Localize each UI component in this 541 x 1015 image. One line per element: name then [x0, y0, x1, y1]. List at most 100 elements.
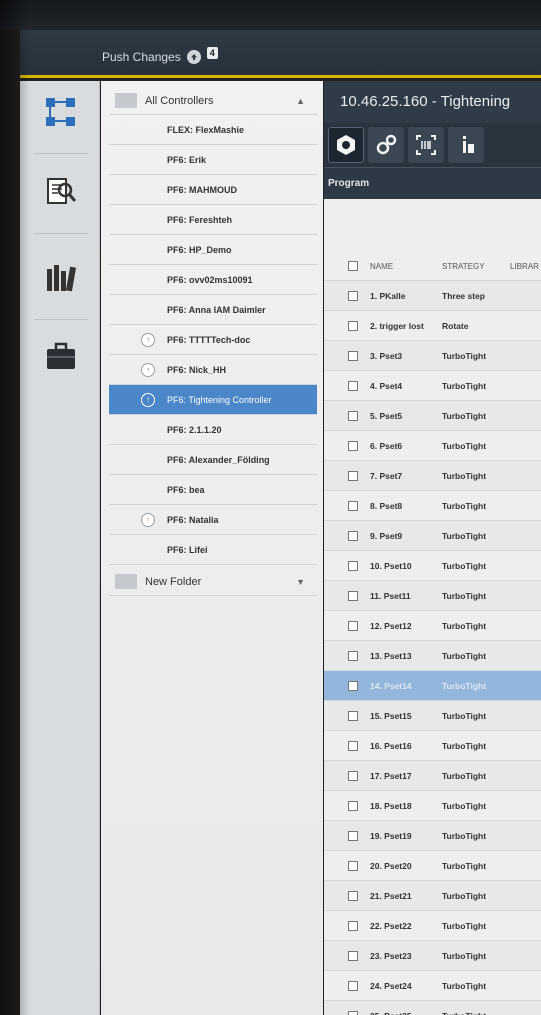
- row-checkbox[interactable]: [348, 741, 358, 751]
- tab-program[interactable]: [328, 127, 364, 163]
- tree-item[interactable]: PF6: 2.1.1.20: [109, 415, 317, 445]
- row-checkbox[interactable]: [348, 531, 358, 541]
- upload-arrow-icon[interactable]: ↑: [141, 362, 155, 377]
- table-row[interactable]: 5. Pset5 TurboTight: [324, 401, 541, 431]
- tree-item[interactable]: ↑ PF6: Natalia: [109, 505, 317, 535]
- tree-item[interactable]: PF6: Fereshteh: [109, 205, 317, 235]
- tree-item[interactable]: PF6: ovv02ms10091: [109, 265, 317, 295]
- table-row[interactable]: 24. Pset24 TurboTight: [324, 971, 541, 1001]
- row-checkbox[interactable]: [348, 891, 358, 901]
- toolbox-icon[interactable]: [44, 339, 78, 373]
- chevron-down-icon[interactable]: ▼: [296, 577, 305, 587]
- row-checkbox[interactable]: [348, 351, 358, 361]
- table-row[interactable]: 10. Pset10 TurboTight: [324, 551, 541, 581]
- row-checkbox[interactable]: [348, 771, 358, 781]
- tab-config[interactable]: [368, 127, 404, 163]
- row-name: 7. Pset7: [370, 471, 403, 481]
- row-checkbox[interactable]: [348, 651, 358, 661]
- push-changes-button[interactable]: Push Changes 4: [102, 47, 218, 64]
- row-name: 10. Pset10: [370, 561, 412, 571]
- column-header-strategy[interactable]: STRATEGY: [442, 262, 485, 271]
- row-checkbox[interactable]: [348, 951, 358, 961]
- row-checkbox[interactable]: [348, 381, 358, 391]
- scan-barcode-icon: [416, 135, 436, 155]
- column-header-name[interactable]: NAME: [370, 262, 393, 271]
- table-row[interactable]: 19. Pset19 TurboTight: [324, 821, 541, 851]
- row-checkbox[interactable]: [348, 591, 358, 601]
- document-search-icon[interactable]: [44, 173, 78, 207]
- row-checkbox[interactable]: [348, 1011, 358, 1015]
- row-strategy: TurboTight: [442, 801, 487, 811]
- table-row[interactable]: 3. Pset3 TurboTight: [324, 341, 541, 371]
- select-all-checkbox[interactable]: [348, 261, 358, 271]
- tree-item[interactable]: ↑ PF6: Nick_HH: [109, 355, 317, 385]
- chevron-up-icon[interactable]: ▲: [296, 96, 305, 106]
- upload-arrow-icon[interactable]: ↑: [141, 512, 155, 527]
- tree-item[interactable]: FLEX: FlexMashie: [109, 115, 317, 145]
- row-name: 17. Pset17: [370, 771, 412, 781]
- row-checkbox[interactable]: [348, 471, 358, 481]
- folder-icon: [115, 574, 137, 589]
- row-checkbox[interactable]: [348, 441, 358, 451]
- table-row[interactable]: 6. Pset6 TurboTight: [324, 431, 541, 461]
- upload-arrow-icon[interactable]: ↑: [141, 392, 155, 407]
- table-row[interactable]: 17. Pset17 TurboTight: [324, 761, 541, 791]
- tree-item[interactable]: ↑ PF6: Tightening Controller: [109, 385, 317, 415]
- row-checkbox[interactable]: [348, 831, 358, 841]
- row-strategy: TurboTight: [442, 921, 487, 931]
- table-row[interactable]: 12. Pset12 TurboTight: [324, 611, 541, 641]
- table-row[interactable]: 4. Pset4 TurboTight: [324, 371, 541, 401]
- upload-arrow-icon[interactable]: ↑: [141, 332, 155, 347]
- column-header-library[interactable]: LIBRAR: [510, 262, 539, 271]
- tree-item-label: PF6: MAHMOUD: [167, 184, 237, 195]
- folder-icon: [115, 93, 137, 108]
- row-checkbox[interactable]: [348, 561, 358, 571]
- row-checkbox[interactable]: [348, 291, 358, 301]
- library-books-icon[interactable]: [44, 261, 78, 295]
- row-checkbox[interactable]: [348, 711, 358, 721]
- table-row[interactable]: 23. Pset23 TurboTight: [324, 941, 541, 971]
- new-folder[interactable]: New Folder ▼: [109, 568, 317, 596]
- row-checkbox[interactable]: [348, 681, 358, 691]
- tree-item[interactable]: PF6: HP_Demo: [109, 235, 317, 265]
- tab-info[interactable]: [448, 127, 484, 163]
- tree-item[interactable]: PF6: Lifei: [109, 535, 317, 565]
- table-row[interactable]: 20. Pset20 TurboTight: [324, 851, 541, 881]
- all-controllers-folder[interactable]: All Controllers ▲: [109, 87, 317, 115]
- row-strategy: TurboTight: [442, 351, 487, 361]
- table-row[interactable]: 16. Pset16 TurboTight: [324, 731, 541, 761]
- row-strategy: TurboTight: [442, 861, 487, 871]
- row-checkbox[interactable]: [348, 411, 358, 421]
- table-row[interactable]: 8. Pset8 TurboTight: [324, 491, 541, 521]
- table-row[interactable]: 13. Pset13 TurboTight: [324, 641, 541, 671]
- table-row[interactable]: 1. PKalle Three step: [324, 281, 541, 311]
- table-row[interactable]: 18. Pset18 TurboTight: [324, 791, 541, 821]
- tree-item[interactable]: PF6: MAHMOUD: [109, 175, 317, 205]
- row-name: 11. Pset11: [370, 591, 411, 601]
- row-checkbox[interactable]: [348, 921, 358, 931]
- table-row[interactable]: 9. Pset9 TurboTight: [324, 521, 541, 551]
- table-row[interactable]: 15. Pset15 TurboTight: [324, 701, 541, 731]
- table-row[interactable]: 7. Pset7 TurboTight: [324, 461, 541, 491]
- table-row[interactable]: 2. trigger lost Rotate: [324, 311, 541, 341]
- table-row[interactable]: 25. Pset25 TurboTight: [324, 1001, 541, 1015]
- tree-item[interactable]: ↑ PF6: TTTTTech-doc: [109, 325, 317, 355]
- tree-item[interactable]: PF6: bea: [109, 475, 317, 505]
- row-checkbox[interactable]: [348, 321, 358, 331]
- tree-item[interactable]: PF6: Anna IAM Daimler: [109, 295, 317, 325]
- row-checkbox[interactable]: [348, 981, 358, 991]
- tree-item[interactable]: PF6: Alexander_Földing: [109, 445, 317, 475]
- row-checkbox[interactable]: [348, 801, 358, 811]
- tree-item-label: PF6: ovv02ms10091: [167, 274, 253, 285]
- table-row[interactable]: 14. Pset14 TurboTight: [324, 671, 541, 701]
- table-row[interactable]: 11. Pset11 TurboTight: [324, 581, 541, 611]
- tree-item[interactable]: PF6: Erik: [109, 145, 317, 175]
- table-row[interactable]: 21. Pset21 TurboTight: [324, 881, 541, 911]
- table-row[interactable]: 22. Pset22 TurboTight: [324, 911, 541, 941]
- tab-scan[interactable]: [408, 127, 444, 163]
- row-checkbox[interactable]: [348, 501, 358, 511]
- row-checkbox[interactable]: [348, 621, 358, 631]
- row-checkbox[interactable]: [348, 861, 358, 871]
- network-tree-icon[interactable]: [44, 95, 78, 129]
- row-name: 8. Pset8: [370, 501, 403, 511]
